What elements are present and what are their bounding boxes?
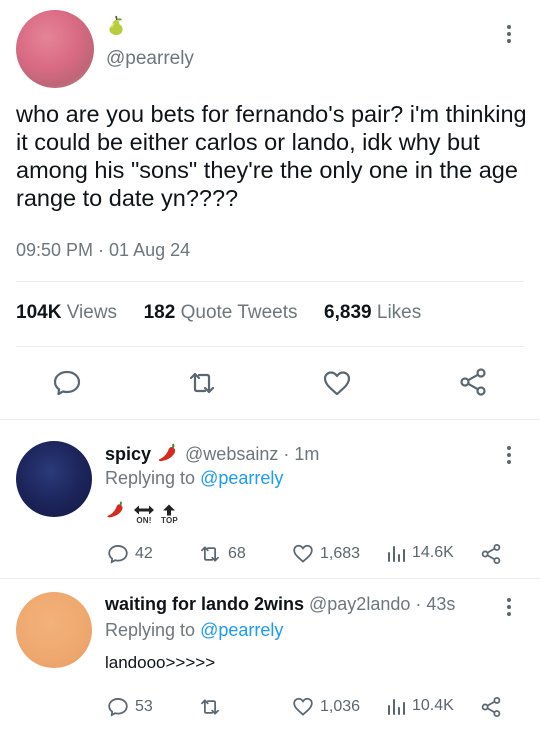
view-count-value: 14.6K: [412, 544, 454, 561]
avatar[interactable]: [16, 441, 92, 517]
top-arrow-emoji: TOP: [161, 504, 178, 525]
top-label: TOP: [161, 516, 178, 525]
on-label: ON!: [136, 516, 152, 525]
retweet-icon: [201, 546, 219, 562]
divider: [0, 419, 540, 420]
divider: [16, 346, 524, 347]
more-options-icon[interactable]: [502, 443, 516, 469]
reply-count[interactable]: 53: [107, 696, 153, 718]
heart-icon: [293, 697, 313, 716]
reply-header: waiting for lando 2wins @pay2lando · 43s: [105, 594, 455, 615]
pear-emoji-icon: [105, 14, 127, 36]
chili-pepper-icon: [156, 441, 180, 468]
author-handle[interactable]: @pearrely: [106, 48, 194, 70]
replying-to-handle[interactable]: @pearrely: [200, 468, 283, 488]
view-count[interactable]: 14.6K: [386, 543, 454, 563]
view-count[interactable]: 10.4K: [386, 696, 454, 716]
tweet-stats: 104K Views 182 Quote Tweets 6,839 Likes: [16, 302, 421, 324]
views-count[interactable]: 104K: [16, 302, 61, 323]
reply-emoji-content: ON! TOP: [105, 498, 178, 525]
view-count-value: 10.4K: [412, 697, 454, 714]
quote-tweets-count[interactable]: 182: [144, 302, 176, 323]
retweet-icon: [201, 699, 219, 715]
retweet-icon[interactable]: [186, 368, 218, 398]
reply-author-name[interactable]: waiting for lando 2wins: [105, 594, 304, 615]
share-icon[interactable]: [480, 696, 502, 718]
tweet-text: who are you bets for fernando's pair? i'…: [16, 101, 527, 211]
share-icon[interactable]: [458, 367, 488, 397]
divider: [0, 578, 540, 579]
retweet-count-value: 68: [228, 545, 246, 562]
heart-icon: [293, 544, 313, 563]
chili-pepper-icon: [105, 498, 127, 525]
reply-count-value: 42: [135, 545, 153, 562]
views-label[interactable]: Views: [67, 302, 117, 323]
reply-text: landooo>>>>>: [105, 653, 216, 672]
replying-to-label: Replying to: [105, 620, 196, 640]
on-arrow-emoji: ON!: [133, 504, 155, 525]
retweet-count[interactable]: [198, 696, 228, 718]
reply-header: spicy @websainz · 1m: [105, 441, 319, 468]
replying-to: Replying to @pearrely: [105, 620, 283, 641]
quote-tweets-label[interactable]: Quote Tweets: [181, 302, 298, 323]
avatar[interactable]: [16, 592, 92, 668]
up-arrow-icon: [163, 504, 176, 516]
likes-label[interactable]: Likes: [377, 302, 421, 323]
reply-time: · 1m: [283, 444, 320, 464]
heart-icon[interactable]: [322, 369, 352, 397]
analytics-icon: [388, 546, 405, 562]
like-count[interactable]: 1,036: [292, 696, 360, 717]
replying-to-handle[interactable]: @pearrely: [200, 620, 283, 640]
reply-time: · 43s: [415, 594, 456, 614]
reply-author-handle[interactable]: @pay2lando: [309, 594, 410, 615]
share-icon[interactable]: [480, 543, 502, 565]
likes-count[interactable]: 6,839: [324, 302, 372, 323]
replying-to-label: Replying to: [105, 468, 196, 488]
more-options-icon[interactable]: [502, 22, 516, 48]
comment-icon: [108, 698, 128, 717]
avatar[interactable]: [16, 10, 94, 88]
reply-author-name[interactable]: spicy: [105, 444, 151, 465]
reply-count[interactable]: 42: [107, 543, 153, 565]
divider: [16, 281, 524, 282]
more-options-icon[interactable]: [502, 595, 516, 621]
like-count[interactable]: 1,683: [292, 543, 360, 564]
analytics-icon: [388, 699, 405, 715]
retweet-count[interactable]: 68: [198, 543, 246, 565]
replying-to: Replying to @pearrely: [105, 468, 283, 489]
left-right-arrow-icon: [134, 505, 154, 515]
reply-author-handle[interactable]: @websainz: [185, 444, 278, 465]
reply-count-value: 53: [135, 698, 153, 715]
comment-icon[interactable]: [52, 368, 82, 398]
like-count-value: 1,036: [320, 697, 361, 715]
tweet-timestamp[interactable]: 09:50 PM · 01 Aug 24: [16, 240, 190, 261]
comment-icon: [108, 545, 128, 564]
like-count-value: 1,683: [320, 544, 361, 562]
